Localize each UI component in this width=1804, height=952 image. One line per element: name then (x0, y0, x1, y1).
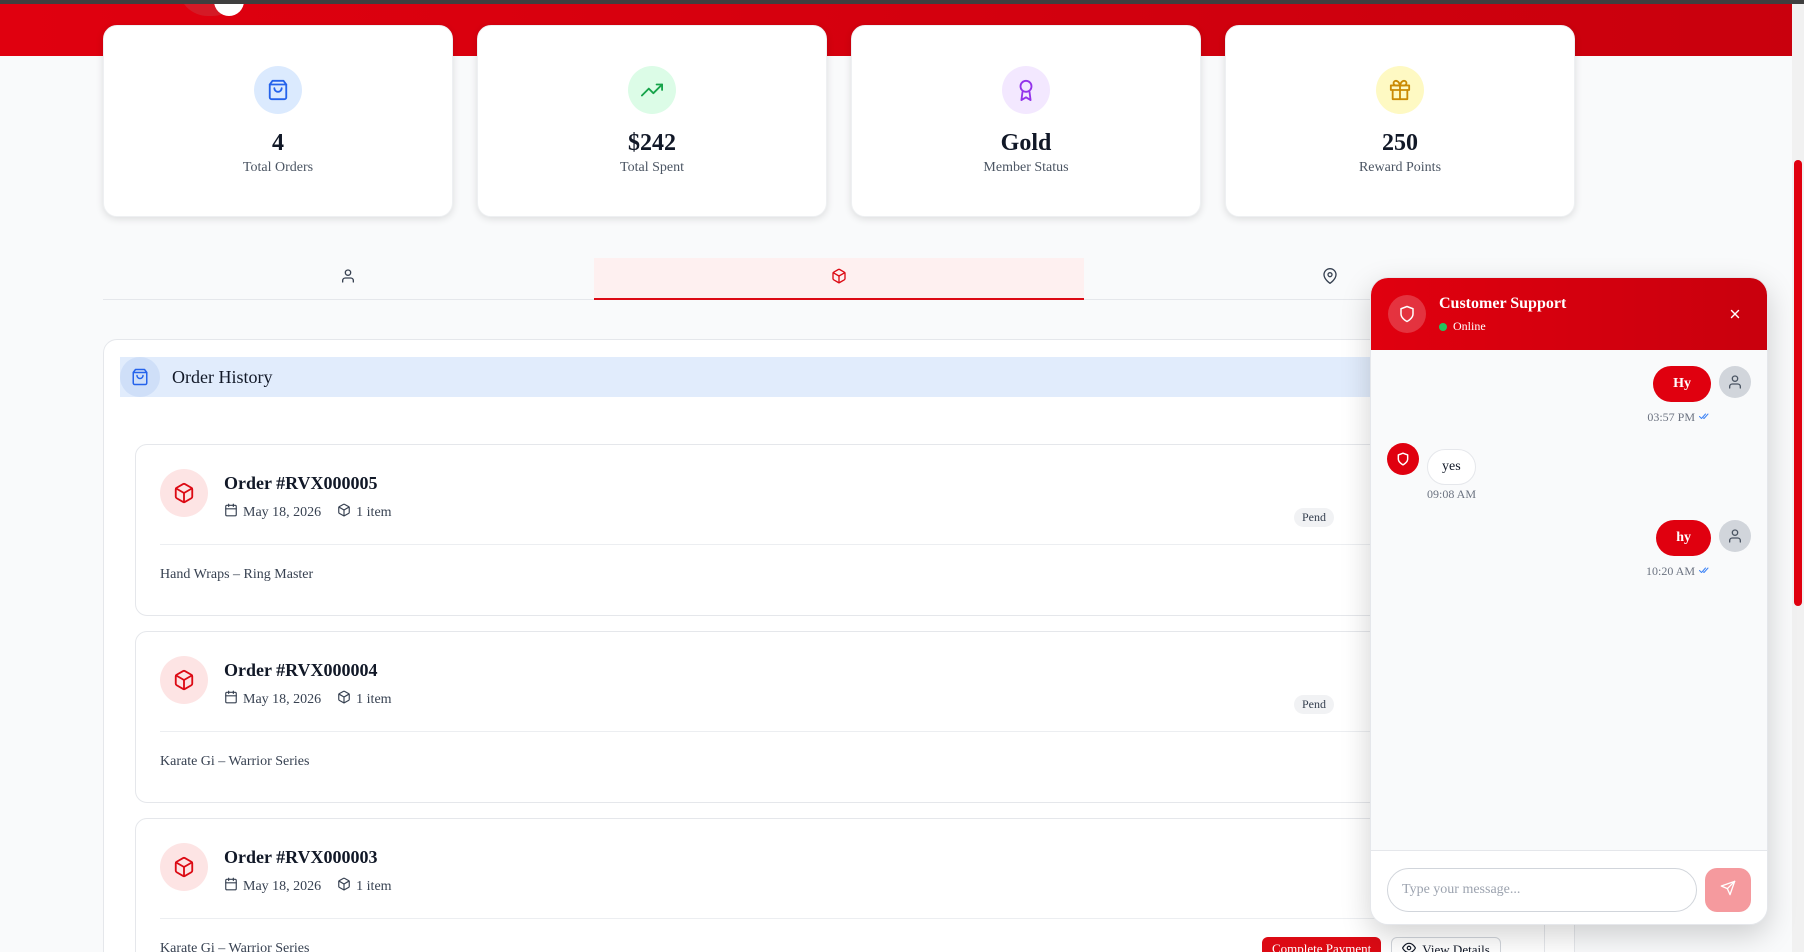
shield-icon (1388, 295, 1426, 333)
order-card[interactable]: Order #RVX000004 May 18, 2026 1 item Pen… (135, 631, 1545, 803)
send-icon (1720, 880, 1736, 901)
double-check-icon (1699, 564, 1711, 579)
window-top-border (0, 0, 1804, 4)
package-icon (831, 268, 847, 289)
order-card[interactable]: Order #RVX000005 May 18, 2026 1 item Pen… (135, 444, 1545, 616)
trending-up-icon (628, 66, 676, 114)
customer-support-chat: Customer Support Online Hy 03:57 PM yes … (1370, 277, 1768, 925)
stat-card-member-status: Gold Member Status (851, 25, 1201, 217)
message-time-label: 10:20 AM (1645, 564, 1695, 578)
package-icon (337, 503, 351, 522)
calendar-icon (224, 503, 238, 522)
user-icon (340, 268, 356, 289)
message-time: 09:08 AM (1427, 487, 1477, 501)
stat-label: Total Orders (242, 160, 314, 175)
stats-row: 4 Total Orders $242 Total Spent Gold Mem… (103, 25, 1575, 217)
complete-payment-button[interactable]: Complete Payment (1262, 937, 1382, 952)
message-time-label: 03:57 PM (1647, 410, 1695, 424)
message-time: 03:57 PM (1647, 410, 1711, 425)
map-pin-icon (1322, 268, 1338, 289)
order-date: May 18, 2026 (243, 878, 322, 894)
message-bubble: Hy (1653, 366, 1711, 402)
chat-message-input[interactable] (1387, 868, 1697, 912)
message-bubble: yes (1427, 449, 1476, 485)
order-number: Order #RVX000003 (224, 847, 378, 867)
order-history-header: Order History (120, 357, 1560, 397)
award-icon (1002, 66, 1050, 114)
order-product-name: Karate Gi – Warrior Series (160, 941, 310, 952)
order-item-count: 1 item (356, 878, 392, 894)
scrollbar-thumb[interactable] (1794, 160, 1802, 606)
order-meta: May 18, 2026 1 item (224, 503, 408, 522)
online-indicator (1439, 322, 1447, 331)
order-product-name: Hand Wraps – Ring Master (160, 567, 314, 582)
chat-message-agent: yes (1387, 443, 1476, 485)
view-details-label: View Details (1422, 942, 1490, 952)
calendar-icon (224, 690, 238, 709)
user-icon (1719, 366, 1751, 398)
stat-label: Reward Points (1358, 160, 1442, 175)
package-icon (337, 690, 351, 709)
stat-label: Member Status (983, 160, 1069, 175)
package-icon (160, 656, 208, 704)
shield-icon (1387, 443, 1419, 475)
view-details-button[interactable]: View Details (1391, 937, 1501, 952)
stat-card-reward-points: 250 Reward Points (1225, 25, 1575, 217)
order-meta: May 18, 2026 1 item (224, 877, 408, 896)
order-date: May 18, 2026 (243, 504, 322, 520)
stat-value: $242 (628, 130, 676, 156)
divider (160, 918, 1520, 919)
tab-orders[interactable] (593, 258, 1085, 300)
status-badge: Pend (1294, 508, 1334, 527)
chat-header: Customer Support Online (1371, 278, 1767, 350)
chat-footer (1371, 850, 1767, 924)
send-button[interactable] (1705, 868, 1751, 912)
stat-value: 250 (1382, 130, 1418, 156)
calendar-icon (224, 877, 238, 896)
gift-icon (1376, 66, 1424, 114)
close-icon[interactable] (1725, 304, 1745, 324)
divider (160, 731, 1520, 732)
stat-value: 4 (272, 130, 284, 156)
package-icon (160, 843, 208, 891)
order-item-count: 1 item (356, 691, 392, 707)
page-scrollbar[interactable] (1792, 0, 1804, 952)
order-actions: Complete Payment View Details (1262, 937, 1501, 952)
message-bubble: hy (1656, 520, 1711, 556)
shopping-bag-icon (254, 66, 302, 114)
chat-status-label: Online (1453, 319, 1486, 333)
order-card[interactable]: Order #RVX000003 May 18, 2026 1 item Kar… (135, 818, 1545, 952)
stat-card-total-orders: 4 Total Orders (103, 25, 453, 217)
order-number: Order #RVX000005 (224, 473, 378, 493)
stat-value: Gold (1000, 130, 1052, 156)
order-product-name: Karate Gi – Warrior Series (160, 754, 310, 769)
double-check-icon (1699, 410, 1711, 425)
message-time: 10:20 AM (1646, 564, 1711, 579)
chat-title: Customer Support (1439, 295, 1567, 312)
order-history-title: Order History (172, 366, 273, 387)
chat-message-user: Hy (1653, 366, 1751, 402)
order-date: May 18, 2026 (243, 691, 322, 707)
divider (160, 544, 1520, 545)
eye-icon (1402, 941, 1417, 952)
order-history-panel: Order History Order #RVX000005 May 18, 2… (103, 339, 1575, 952)
shopping-bag-icon (120, 357, 160, 397)
package-icon (337, 877, 351, 896)
chat-message-user: hy (1656, 520, 1751, 556)
stat-label: Total Spent (620, 160, 684, 175)
status-badge: Pend (1294, 695, 1334, 714)
chat-status: Online (1439, 319, 1486, 334)
tab-profile[interactable] (103, 258, 594, 299)
package-icon (160, 469, 208, 517)
user-icon (1719, 520, 1751, 552)
stat-card-total-spent: $242 Total Spent (477, 25, 827, 217)
order-number: Order #RVX000004 (224, 660, 378, 680)
order-meta: May 18, 2026 1 item (224, 690, 408, 709)
profile-tabs (103, 258, 1575, 300)
order-item-count: 1 item (356, 504, 392, 520)
